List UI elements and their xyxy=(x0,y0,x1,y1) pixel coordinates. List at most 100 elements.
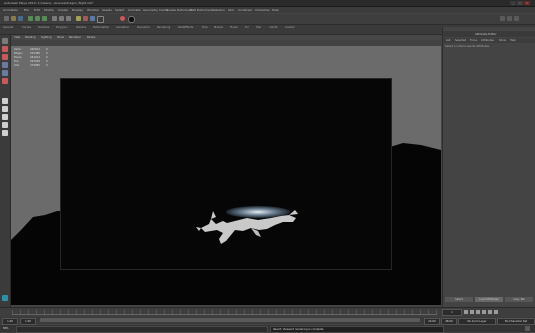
panel-tab-focus[interactable]: Focus xyxy=(470,39,477,42)
outliner-layout-icon[interactable] xyxy=(2,130,8,136)
shelf-tab-custom[interactable]: Custom xyxy=(285,26,295,29)
shelf-tab-polygons[interactable]: Polygons xyxy=(56,26,68,29)
time-slider[interactable]: 1 xyxy=(0,307,535,317)
input-line-icon[interactable] xyxy=(120,16,125,21)
step-back-icon[interactable] xyxy=(470,310,474,314)
shelf-tab-general[interactable]: General xyxy=(3,26,13,29)
current-frame-field[interactable]: 1 xyxy=(442,309,462,316)
menu-skin[interactable]: Skin xyxy=(228,8,234,12)
go-to-start-icon[interactable] xyxy=(464,310,468,314)
show-channel-box-icon[interactable] xyxy=(500,16,505,21)
scene-assembly-icon[interactable] xyxy=(2,295,8,301)
menu-character[interactable]: Character xyxy=(255,8,270,12)
maximize-button[interactable]: □ xyxy=(517,1,523,5)
snap-curve-icon[interactable] xyxy=(59,16,64,21)
persp-graph-layout-icon[interactable] xyxy=(2,122,8,128)
playback-start-field[interactable]: 1.00 xyxy=(20,318,36,325)
menu-display[interactable]: Display xyxy=(72,8,83,12)
hypershade-icon[interactable] xyxy=(97,16,104,23)
lasso-tool-icon[interactable] xyxy=(2,46,8,52)
move-tool-icon[interactable] xyxy=(2,62,8,68)
menu-animate[interactable]: Animate xyxy=(128,8,141,12)
select-tool-icon[interactable] xyxy=(2,38,8,44)
viewport-menu-panels[interactable]: Panels xyxy=(87,36,95,39)
snap-grid-icon[interactable] xyxy=(52,16,57,21)
menu-mode-selector[interactable]: Animation xyxy=(3,8,18,12)
rotate-tool-icon[interactable] xyxy=(2,70,8,76)
single-view-layout-icon[interactable] xyxy=(2,98,8,104)
show-attribute-editor-icon[interactable] xyxy=(514,16,519,21)
character-set-selector[interactable]: No Character Set xyxy=(497,318,535,325)
shelf-tab-deformation[interactable]: Deformation xyxy=(93,26,109,29)
close-button[interactable]: × xyxy=(524,1,530,5)
menu-modify[interactable]: Modify xyxy=(44,8,54,12)
shelf-tab-toon[interactable]: Toon xyxy=(202,26,208,29)
select-object-icon[interactable] xyxy=(35,16,40,21)
menu-edit-deformers[interactable]: Edit Deformers xyxy=(190,8,213,12)
panel-tab-list[interactable]: List xyxy=(446,39,451,42)
shelf-tab-fluids[interactable]: Fluids xyxy=(230,26,238,29)
shelf-tab-surfaces[interactable]: Surfaces xyxy=(38,26,49,29)
anim-layer-selector[interactable]: No Anim Layer xyxy=(458,318,496,325)
shelf-tab-ncloth[interactable]: nCloth xyxy=(269,26,277,29)
viewport-menu-shading[interactable]: Shading xyxy=(25,36,36,39)
menu-help[interactable]: Help xyxy=(272,8,279,12)
render-settings-icon[interactable] xyxy=(90,16,95,21)
copy-tab-button[interactable]: Copy Tab xyxy=(505,297,533,302)
menu-select[interactable]: Select xyxy=(115,8,124,12)
load-attributes-button[interactable]: Load Attributes xyxy=(475,297,503,302)
menu-window[interactable]: Window xyxy=(87,8,99,12)
shelf-tab-animation[interactable]: Animation xyxy=(116,26,129,29)
sphere-icon[interactable] xyxy=(128,16,135,23)
four-view-layout-icon[interactable] xyxy=(2,106,8,112)
start-time-field[interactable]: 1.00 xyxy=(2,318,18,325)
step-forward-icon[interactable] xyxy=(488,310,492,314)
viewport-menu-lighting[interactable]: Lighting xyxy=(41,36,51,39)
shelf-tab-dynamics[interactable]: Dynamics xyxy=(137,26,150,29)
menu-geometry-cache[interactable]: Geometry Cache xyxy=(143,8,168,12)
scale-tool-icon[interactable] xyxy=(2,78,8,84)
select-component-icon[interactable] xyxy=(42,16,47,21)
end-time-field[interactable]: 48.00 xyxy=(441,318,457,325)
viewport-panel[interactable]: View Shading Lighting Show Renderer Pane… xyxy=(11,35,441,305)
new-scene-icon[interactable] xyxy=(4,16,9,21)
play-forward-icon[interactable] xyxy=(482,310,486,314)
shelf-tab-curves[interactable]: Curves xyxy=(22,26,31,29)
select-button[interactable]: Select xyxy=(445,297,473,302)
panel-tab-attributes[interactable]: Attributes xyxy=(481,39,494,42)
minimize-button[interactable]: _ xyxy=(510,1,516,5)
go-to-end-icon[interactable] xyxy=(494,310,498,314)
render-current-icon[interactable] xyxy=(76,16,81,21)
shelf-tab-fur[interactable]: Fur xyxy=(245,26,249,29)
menu-create[interactable]: Create xyxy=(58,8,68,12)
paint-select-icon[interactable] xyxy=(2,54,8,60)
command-language-label[interactable]: MEL xyxy=(3,326,9,330)
shelf-tab-muscle[interactable]: Muscle xyxy=(214,26,223,29)
save-scene-icon[interactable] xyxy=(18,16,23,21)
playback-end-field[interactable]: 24.00 xyxy=(424,318,440,325)
menu-skeleton[interactable]: Skeleton xyxy=(212,8,225,12)
shelf-tab-subdivs[interactable]: Subdivs xyxy=(76,26,86,29)
panel-tab-selected[interactable]: Selected xyxy=(455,39,466,42)
panel-tab-show[interactable]: Show xyxy=(499,39,506,42)
show-tool-settings-icon[interactable] xyxy=(507,16,512,21)
menu-constrain[interactable]: Constrain xyxy=(238,8,252,12)
shelf-tab-hair[interactable]: Hair xyxy=(256,26,261,29)
viewport-menu-show[interactable]: Show xyxy=(57,36,64,39)
open-scene-icon[interactable] xyxy=(11,16,16,21)
menu-create-deformers[interactable]: Create Deformers xyxy=(166,8,193,12)
panel-tab-help[interactable]: Help xyxy=(510,39,516,42)
play-backward-icon[interactable] xyxy=(476,310,480,314)
viewport-menu-renderer[interactable]: Renderer xyxy=(69,36,81,39)
select-hierarchy-icon[interactable] xyxy=(28,16,33,21)
menu-edit[interactable]: Edit xyxy=(34,8,40,12)
snap-point-icon[interactable] xyxy=(66,16,71,21)
viewport-menu-view[interactable]: View xyxy=(14,36,20,39)
menu-assets[interactable]: Assets xyxy=(102,8,112,12)
range-bar[interactable] xyxy=(40,318,420,322)
script-editor-icon[interactable] xyxy=(525,326,530,331)
menu-file[interactable]: File xyxy=(24,8,29,12)
side-by-side-layout-icon[interactable] xyxy=(2,114,8,120)
timeline-ticks[interactable] xyxy=(12,310,437,315)
ipr-render-icon[interactable] xyxy=(83,16,88,21)
